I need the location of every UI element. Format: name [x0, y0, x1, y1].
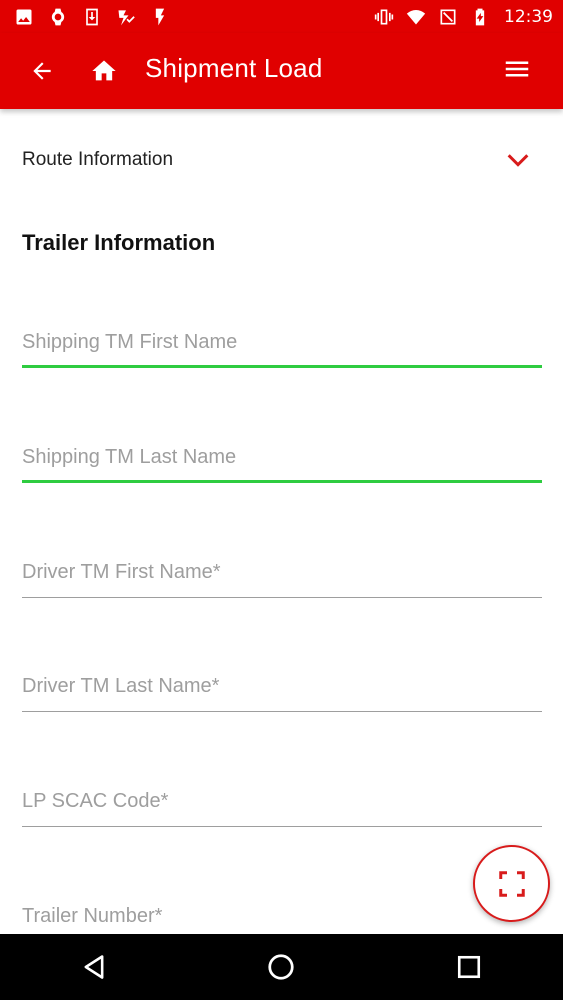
flash-icon: [150, 7, 170, 27]
status-time: 12:39: [504, 6, 553, 27]
page-title: Shipment Load: [145, 53, 323, 83]
nav-home-icon: [268, 954, 295, 980]
battery-charging-icon: [470, 7, 490, 27]
shipping-tm-first-name-field: [22, 322, 542, 368]
menu-button[interactable]: [497, 49, 537, 89]
scan-frame-icon: [498, 870, 525, 897]
back-arrow-icon: [33, 62, 51, 80]
field-underline: [22, 597, 542, 598]
driver-tm-first-name-input[interactable]: [22, 552, 542, 598]
lp-scac-code-field: [22, 781, 542, 827]
field-underline: [22, 826, 542, 827]
chevron-down-icon: [504, 146, 532, 174]
scan-button[interactable]: [473, 845, 550, 922]
watch-icon: [48, 7, 68, 27]
field-underline: [22, 480, 542, 483]
shipping-tm-first-name-input[interactable]: [22, 322, 542, 368]
system-navigation-bar: [0, 934, 563, 1000]
vibrate-icon: [374, 7, 394, 27]
driver-tm-last-name-field: [22, 666, 542, 712]
status-bar: 12:39: [0, 0, 563, 33]
route-information-toggle[interactable]: Route Information: [22, 140, 542, 180]
status-notifications: [14, 7, 170, 27]
wifi-icon: [406, 7, 426, 27]
home-button[interactable]: [84, 51, 124, 91]
driver-tm-last-name-input[interactable]: [22, 666, 542, 712]
trailer-information-title: Trailer Information: [22, 230, 216, 255]
driver-tm-first-name-field: [22, 552, 542, 598]
app-bar: Shipment Load: [0, 33, 563, 109]
status-system: 12:39: [374, 7, 553, 27]
download-icon: [82, 7, 102, 27]
home-icon: [92, 60, 116, 81]
no-sim-icon: [438, 7, 458, 27]
lp-scac-code-input[interactable]: [22, 781, 542, 827]
hamburger-menu-icon: [505, 61, 529, 77]
field-underline: [22, 711, 542, 712]
nav-back-icon: [84, 955, 104, 979]
back-button[interactable]: [22, 51, 62, 91]
shipping-tm-last-name-field: [22, 437, 542, 483]
check-badge-icon: [116, 7, 136, 27]
shipping-tm-last-name-input[interactable]: [22, 437, 542, 483]
nav-back-button[interactable]: [69, 942, 119, 992]
field-underline: [22, 365, 542, 368]
nav-home-button[interactable]: [256, 942, 306, 992]
nav-recents-icon: [458, 955, 481, 979]
nav-recents-button[interactable]: [444, 942, 494, 992]
image-icon: [14, 7, 34, 27]
route-information-label: Route Information: [22, 149, 174, 170]
